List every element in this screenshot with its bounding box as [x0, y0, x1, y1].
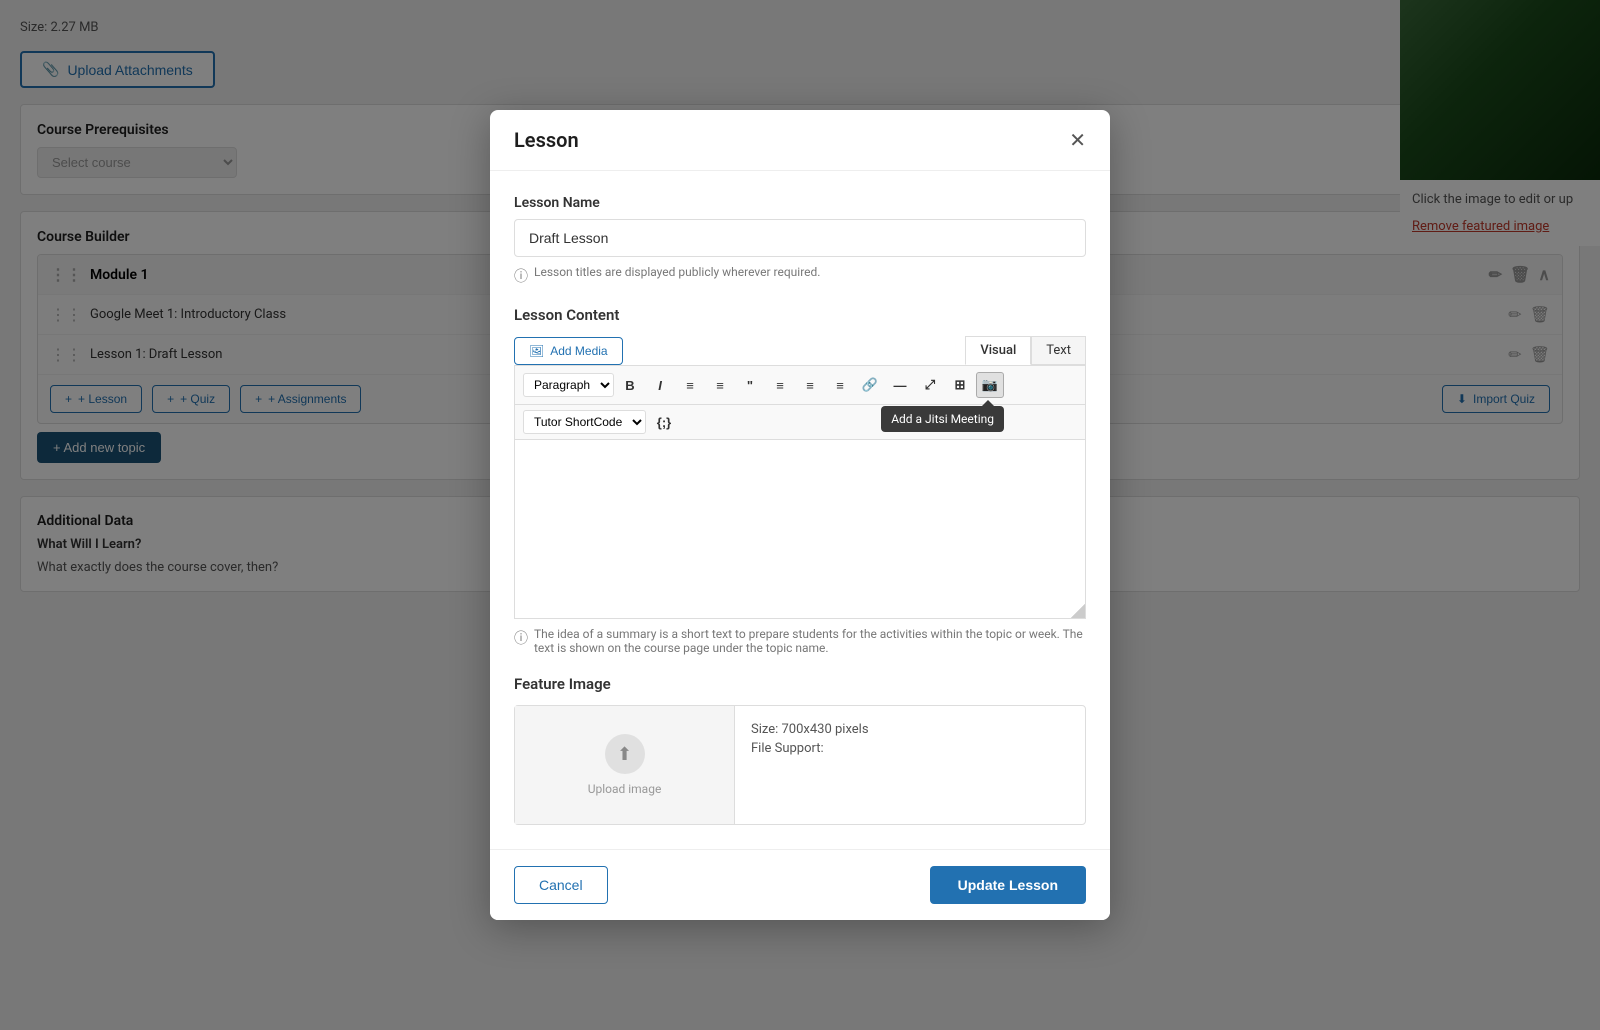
- lesson-modal: Lesson ✕ Lesson Name ⓘ Lesson titles are…: [490, 110, 1110, 920]
- shortcode-select[interactable]: Tutor ShortCode: [523, 410, 646, 434]
- jitsi-tooltip: Add a Jitsi Meeting: [881, 406, 1004, 432]
- feature-image-label: Feature Image: [514, 675, 1086, 693]
- file-support: File Support:: [751, 741, 1069, 756]
- curly-braces-button[interactable]: {;}: [650, 409, 678, 435]
- upload-circle-icon: ⬆: [605, 734, 645, 774]
- table-button[interactable]: ⊞: [946, 372, 974, 398]
- modal-title: Lesson: [514, 128, 579, 152]
- modal-footer: Cancel Update Lesson: [490, 849, 1110, 920]
- jitsi-btn-wrapper: 📷 Add a Jitsi Meeting: [976, 372, 1004, 398]
- fullscreen-button[interactable]: ⤢: [916, 372, 944, 398]
- add-media-button[interactable]: 🖼 Add Media: [514, 337, 623, 365]
- tab-text[interactable]: Text: [1031, 336, 1086, 365]
- align-right-button[interactable]: ≡: [826, 372, 854, 398]
- editor-content-area[interactable]: [514, 439, 1086, 619]
- close-icon[interactable]: ✕: [1069, 130, 1086, 150]
- upload-placeholder: ⬆ Upload image: [588, 734, 662, 796]
- align-center-button[interactable]: ≡: [796, 372, 824, 398]
- feature-image-area-modal: ⬆ Upload image Size: 700x430 pixels File…: [514, 705, 1086, 825]
- align-left-button[interactable]: ≡: [766, 372, 794, 398]
- italic-button[interactable]: I: [646, 372, 674, 398]
- link-button[interactable]: 🔗: [856, 372, 884, 398]
- lesson-name-hint: ⓘ Lesson titles are displayed publicly w…: [514, 265, 1086, 286]
- editor-tabs: Visual Text: [965, 336, 1086, 365]
- modal-body: Lesson Name ⓘ Lesson titles are displaye…: [490, 171, 1110, 849]
- horizontal-rule-button[interactable]: —: [886, 372, 914, 398]
- resize-handle[interactable]: [1071, 604, 1085, 618]
- ordered-list-button[interactable]: ≡: [706, 372, 734, 398]
- format-select[interactable]: Paragraph: [523, 373, 614, 397]
- media-icon: 🖼: [529, 344, 544, 358]
- feature-image-placeholder[interactable]: ⬆ Upload image: [515, 706, 735, 824]
- modal-header: Lesson ✕: [490, 110, 1110, 171]
- lesson-name-label: Lesson Name: [514, 195, 1086, 211]
- size-info: Size: 700x430 pixels: [751, 722, 1069, 737]
- lesson-content-label: Lesson Content: [514, 306, 1086, 324]
- update-lesson-button[interactable]: Update Lesson: [930, 866, 1086, 904]
- blockquote-button[interactable]: ": [736, 372, 764, 398]
- lesson-name-input[interactable]: [514, 219, 1086, 257]
- unordered-list-button[interactable]: ≡: [676, 372, 704, 398]
- tab-visual[interactable]: Visual: [965, 336, 1031, 365]
- cancel-button[interactable]: Cancel: [514, 866, 608, 904]
- content-hint: ⓘ The idea of a summary is a short text …: [514, 627, 1086, 655]
- info-icon-2: ⓘ: [514, 628, 528, 648]
- jitsi-button[interactable]: 📷: [976, 372, 1004, 398]
- feature-image-info: Size: 700x430 pixels File Support:: [735, 706, 1085, 824]
- bold-button[interactable]: B: [616, 372, 644, 398]
- info-icon: ⓘ: [514, 266, 528, 286]
- editor-toolbar-row1: Paragraph B I ≡ ≡ " ≡ ≡: [514, 365, 1086, 404]
